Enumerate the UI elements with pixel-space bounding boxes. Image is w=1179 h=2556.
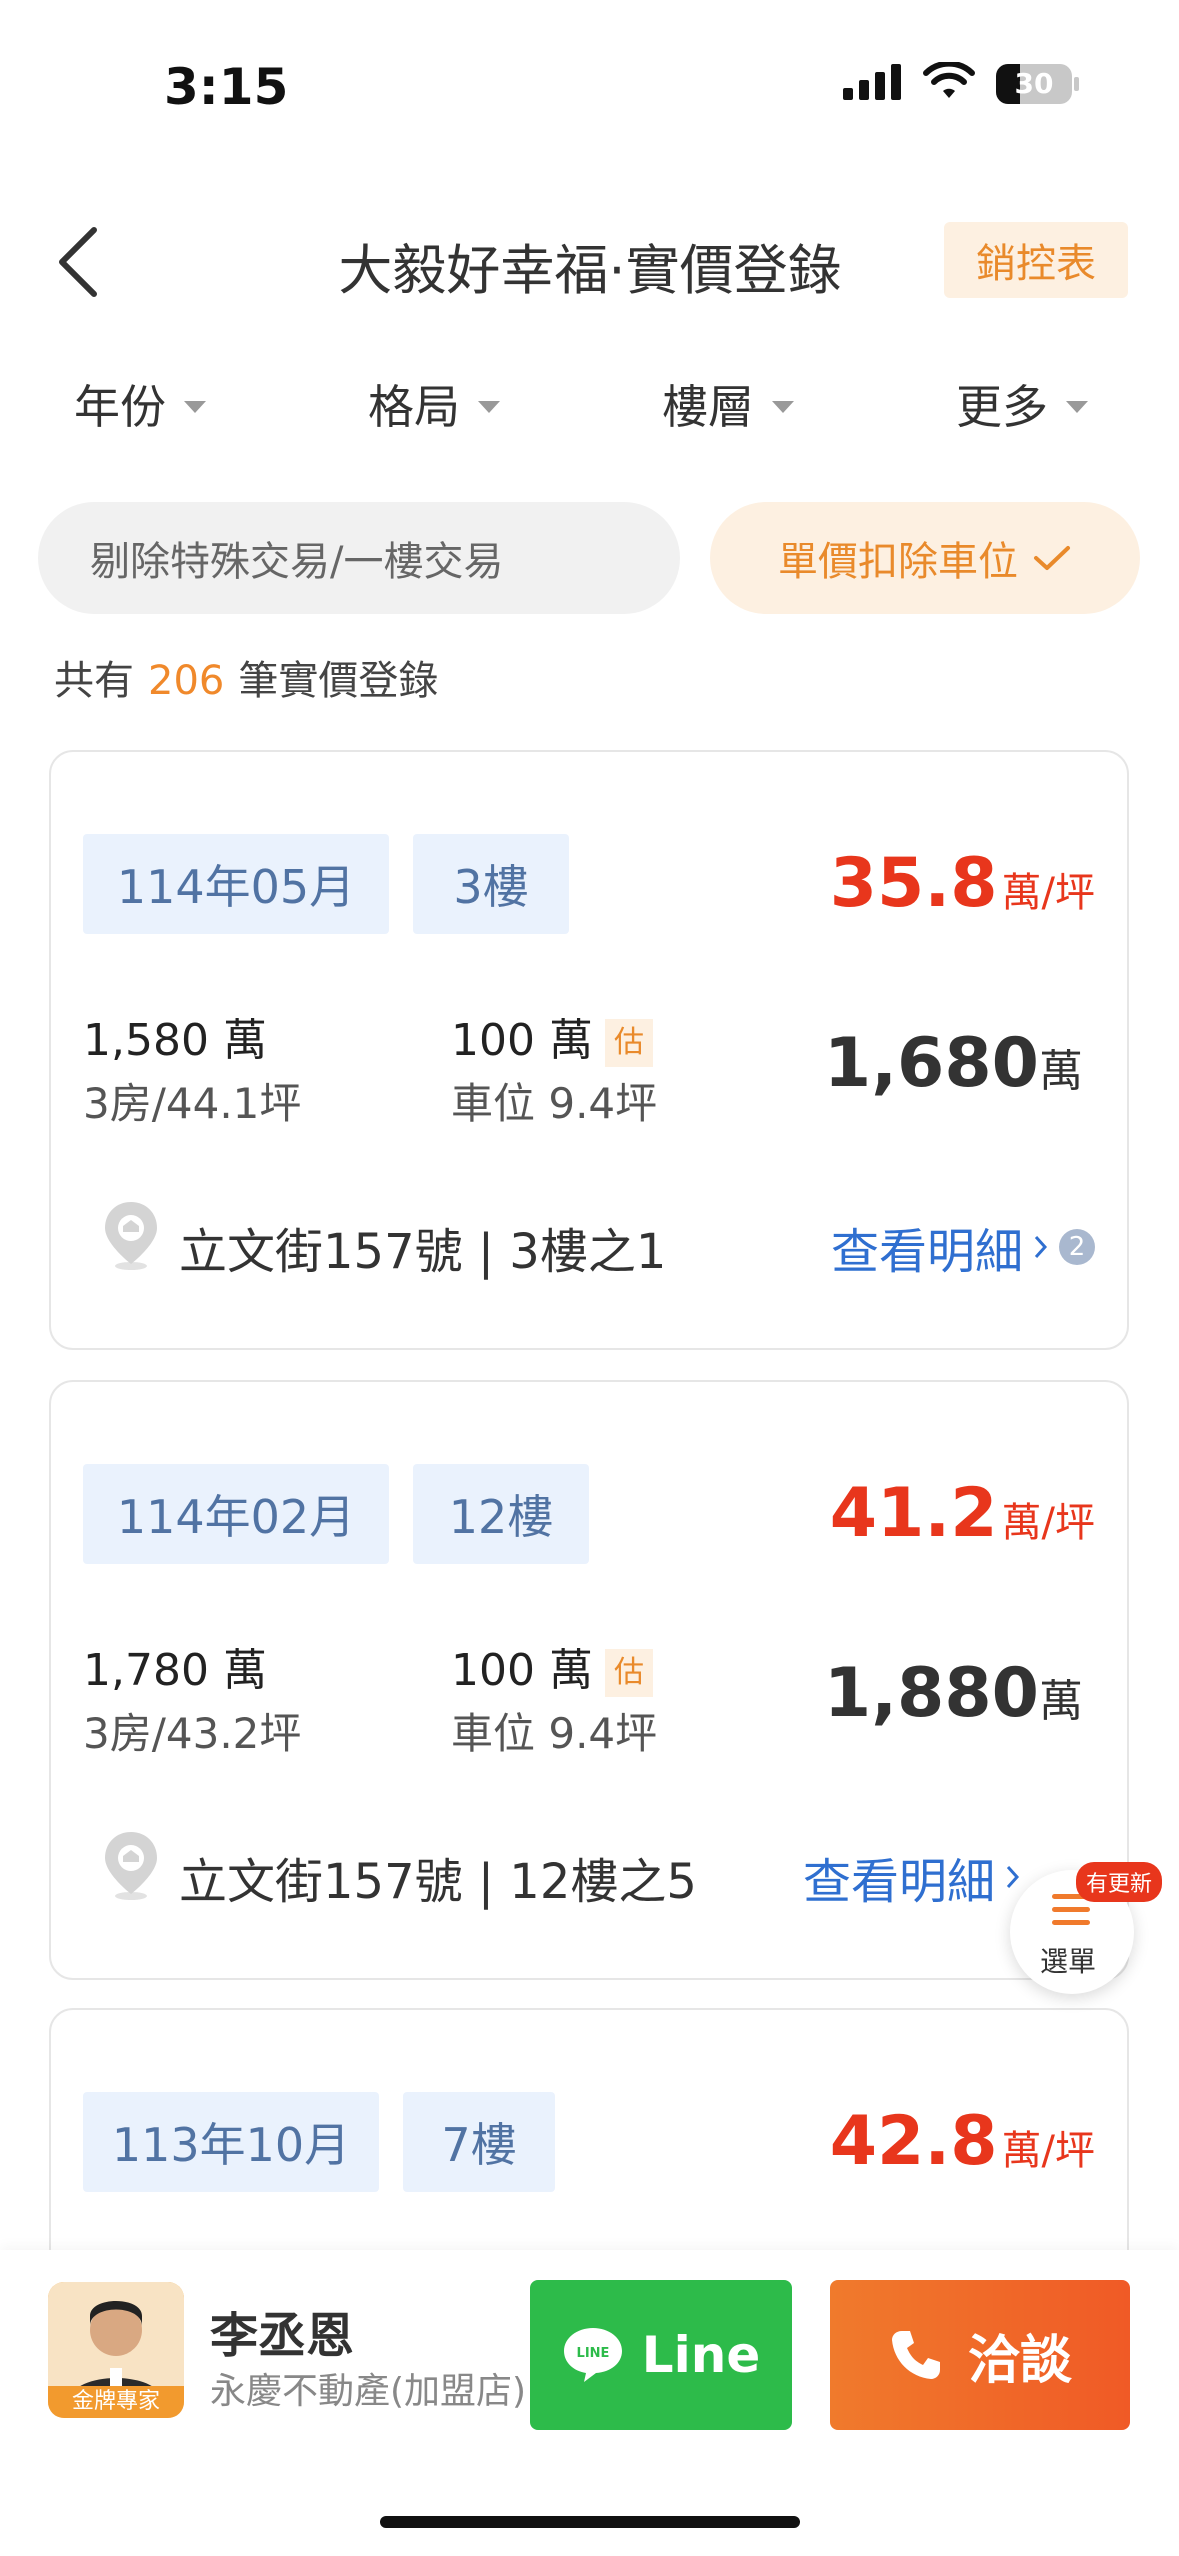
caret-down-icon xyxy=(184,401,206,413)
unit-price: 35.8 萬/坪 xyxy=(830,844,1095,923)
parking-price-value: 100 萬 xyxy=(451,1645,593,1696)
count-number: 206 xyxy=(148,658,225,704)
filter-floor-label: 樓層 xyxy=(662,380,754,434)
unit-price-value: 35.8 xyxy=(829,844,998,923)
chevron-right-icon xyxy=(1006,1865,1020,1889)
svg-text:LINE: LINE xyxy=(576,2346,609,2361)
battery-level: 30 xyxy=(1014,67,1054,100)
line-button-label: Line xyxy=(641,2326,761,2384)
date-tag: 113年10月 xyxy=(83,2092,379,2192)
unit-price-excl-parking-chip[interactable]: 單價扣除車位 xyxy=(710,502,1140,614)
view-details-label: 查看明細 xyxy=(830,1224,1023,1280)
parking-area: 車位 9.4坪 xyxy=(451,1709,658,1758)
unit-price-value: 41.2 xyxy=(829,1474,998,1553)
phone-icon xyxy=(891,2331,940,2379)
floor-tag: 7樓 xyxy=(403,2092,555,2192)
agent-avatar[interactable]: 金牌專家 xyxy=(48,2282,184,2418)
detail-count-badge: 2 xyxy=(1059,1229,1095,1265)
total-price: 1,680萬 xyxy=(824,1024,1083,1103)
update-badge: 有更新 xyxy=(1076,1862,1163,1902)
count-prefix: 共有 xyxy=(54,658,134,704)
view-details-label: 查看明細 xyxy=(802,1854,995,1910)
unit-price-chip-label: 單價扣除車位 xyxy=(778,539,1018,585)
parking-area: 車位 9.4坪 xyxy=(451,1079,658,1128)
parking-price-value: 100 萬 xyxy=(451,1015,593,1066)
total-price-value: 1,680 xyxy=(823,1024,1039,1103)
address: 立文街157號 | 12樓之5 xyxy=(179,1854,697,1910)
view-details-link[interactable]: 查看明細 xyxy=(803,1842,1021,1912)
unit-price: 42.8 萬/坪 xyxy=(830,2102,1095,2181)
menu-fab-label: 選單 xyxy=(1040,1945,1097,1978)
filter-floor[interactable]: 樓層 xyxy=(662,372,794,436)
house-layout: 3房/43.2坪 xyxy=(83,1709,302,1758)
filter-year-label: 年份 xyxy=(74,380,166,434)
unit-price-suffix: 萬/坪 xyxy=(1001,870,1095,916)
listing-card[interactable]: 114年05月 3樓 35.8 萬/坪 1,580 萬 3房/44.1坪 100 … xyxy=(49,750,1129,1350)
filter-layout-label: 格局 xyxy=(368,380,460,434)
parking-price: 100 萬估 xyxy=(451,1634,653,1698)
filter-more[interactable]: 更多 xyxy=(956,372,1088,436)
caret-down-icon xyxy=(772,401,794,413)
location-pin-icon xyxy=(105,1202,157,1270)
unit-price-value: 42.8 xyxy=(829,2102,998,2181)
total-price: 1,880萬 xyxy=(824,1654,1083,1733)
filter-more-label: 更多 xyxy=(956,380,1048,434)
address: 立文街157號 | 3樓之1 xyxy=(179,1224,667,1280)
location-pin-icon xyxy=(105,1832,157,1900)
battery-icon: 30 xyxy=(996,64,1080,104)
caret-down-icon xyxy=(1066,401,1088,413)
back-chevron-icon[interactable] xyxy=(50,222,110,302)
listing-card[interactable]: 114年02月 12樓 41.2 萬/坪 1,780 萬 3房/43.2坪 100… xyxy=(49,1380,1129,1980)
estimate-badge: 估 xyxy=(604,1649,653,1697)
wifi-icon xyxy=(923,62,975,98)
floor-tag: 12樓 xyxy=(413,1464,589,1564)
line-chat-icon: LINE xyxy=(563,2328,622,2382)
house-price: 1,580 萬 xyxy=(83,1015,267,1066)
agent-name: 李丞恩 xyxy=(210,2308,355,2364)
total-price-suffix: 萬 xyxy=(1039,1046,1083,1097)
record-count: 共有 206 筆實價登錄 xyxy=(54,648,438,706)
date-tag: 114年02月 xyxy=(83,1464,389,1564)
filter-layout[interactable]: 格局 xyxy=(368,372,500,436)
page-title: 大毅好幸福·實價登錄 xyxy=(338,239,842,302)
agent-badge: 金牌專家 xyxy=(48,2386,184,2418)
contact-call-button[interactable]: 洽談 xyxy=(830,2280,1130,2430)
exclude-special-chip[interactable]: 剔除特殊交易/一樓交易 xyxy=(38,502,680,614)
floor-tag: 3樓 xyxy=(413,834,569,934)
date-tag: 114年05月 xyxy=(83,834,389,934)
call-button-label: 洽談 xyxy=(967,2330,1072,2391)
status-time: 3:15 xyxy=(164,58,289,116)
view-details-link[interactable]: 查看明細 2 xyxy=(831,1212,1095,1282)
line-button[interactable]: LINE Line xyxy=(530,2280,792,2430)
sales-control-button[interactable]: 銷控表 xyxy=(944,222,1128,298)
count-suffix: 筆實價登錄 xyxy=(238,658,439,704)
caret-down-icon xyxy=(478,401,500,413)
house-price: 1,780 萬 xyxy=(83,1645,267,1696)
unit-price-suffix: 萬/坪 xyxy=(1001,1500,1095,1546)
unit-price: 41.2 萬/坪 xyxy=(830,1474,1095,1553)
total-price-value: 1,880 xyxy=(823,1654,1039,1733)
total-price-suffix: 萬 xyxy=(1039,1676,1083,1727)
cellular-signal-icon xyxy=(843,64,901,100)
chevron-right-icon xyxy=(1034,1235,1048,1259)
unit-price-suffix: 萬/坪 xyxy=(1001,2128,1095,2174)
agent-company: 永慶不動產(加盟店) xyxy=(210,2371,527,2412)
home-indicator xyxy=(380,2516,800,2528)
parking-price: 100 萬估 xyxy=(451,1004,653,1068)
estimate-badge: 估 xyxy=(604,1019,653,1067)
filter-year[interactable]: 年份 xyxy=(74,372,206,436)
checkmark-icon xyxy=(1034,546,1070,570)
house-layout: 3房/44.1坪 xyxy=(83,1079,302,1128)
